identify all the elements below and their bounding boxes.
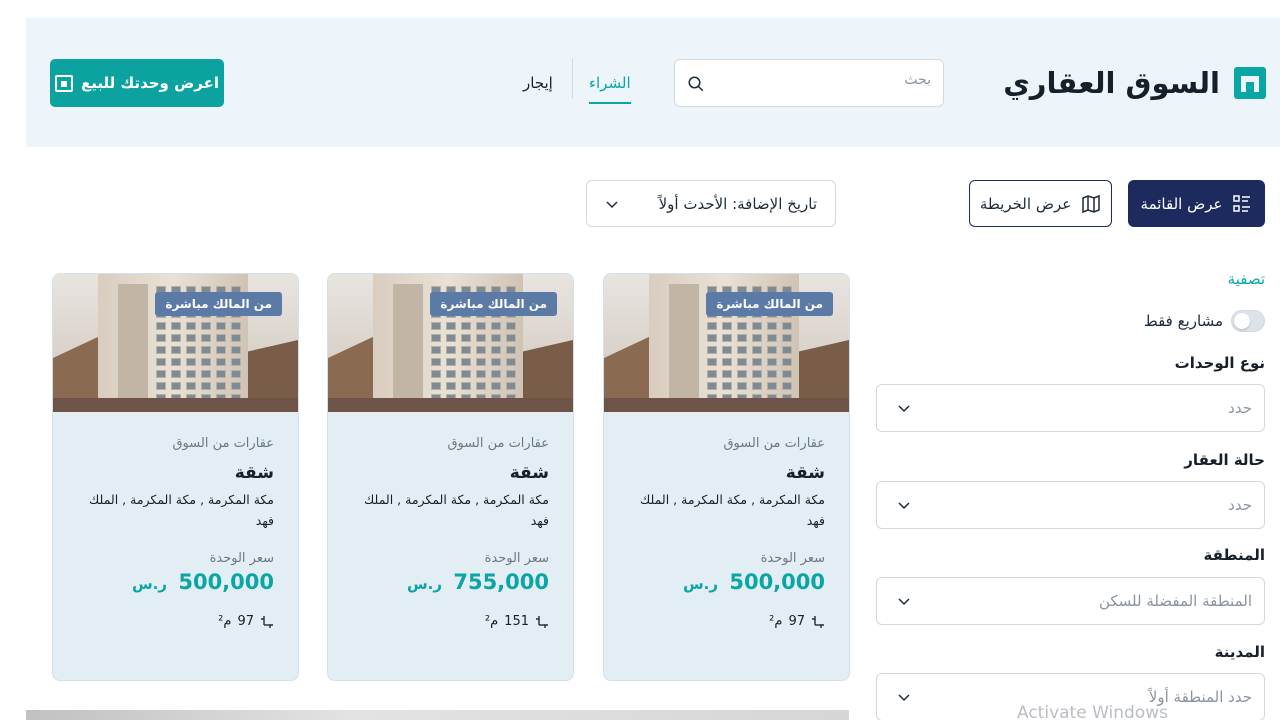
listing-type: شقة — [509, 463, 549, 483]
search-input[interactable] — [721, 72, 931, 88]
unit-type-label: نوع الوحدات — [1174, 354, 1265, 372]
sell-unit-label: اعرض وحدتك للبيع — [81, 74, 219, 92]
chevron-down-icon — [606, 200, 618, 208]
area-unit: م² — [218, 614, 232, 629]
chevron-down-icon — [898, 502, 910, 510]
listing-card[interactable]: من المالك مباشرة عقارات من السوق شقة مكة… — [603, 273, 850, 681]
projects-only-toggle-row[interactable]: مشاريع فقط — [1144, 310, 1265, 332]
projects-only-toggle[interactable] — [1231, 310, 1265, 332]
sell-unit-button[interactable]: اعرض وحدتك للبيع — [50, 59, 224, 107]
currency: ر.س — [682, 575, 719, 593]
property-status-placeholder: حدد — [1228, 496, 1252, 514]
area-unit: م² — [484, 614, 499, 629]
price-value: 755,000 — [453, 570, 549, 594]
listing-photo[interactable]: من المالك مباشرة — [604, 274, 849, 412]
property-status-label: حالة العقار — [1184, 451, 1265, 469]
site-header: السوق العقاري الشراء إيجار اعرض وحدتك لل… — [26, 18, 1280, 147]
listing-location: مكة المكرمة , مكة المكرمة , الملك فهد — [364, 492, 549, 528]
logo[interactable]: السوق العقاري — [1003, 66, 1266, 100]
listing-source: عقارات من السوق — [447, 436, 549, 451]
next-row-image-preview — [26, 710, 849, 720]
listing-card[interactable]: من المالك مباشرة عقارات من السوق شقة مكة… — [52, 273, 299, 681]
listing-location: مكة المكرمة , مكة المكرمة , الملك فهد — [640, 492, 825, 528]
chevron-down-icon — [898, 405, 910, 413]
price-label: سعر الوحدة — [209, 551, 274, 566]
projects-only-label: مشاريع فقط — [1143, 312, 1223, 330]
listing-area: 151 م² — [352, 614, 549, 629]
sort-select[interactable]: تاريخ الإضافة: الأحدث أولاً — [586, 180, 836, 227]
unit-type-placeholder: حدد — [1228, 399, 1252, 417]
listing-location: مكة المكرمة , مكة المكرمة , الملك فهد — [89, 492, 274, 528]
chevron-down-icon — [898, 598, 910, 606]
unit-type-select[interactable]: حدد — [876, 384, 1265, 432]
filter-title: تصفية — [1227, 270, 1265, 288]
listing-photo[interactable]: من المالك مباشرة — [53, 274, 298, 412]
region-placeholder: المنطقة المفضلة للسكن — [1098, 592, 1252, 610]
map-view-label: عرض الخريطة — [979, 194, 1072, 213]
listing-price: 755,000 ر.س — [352, 570, 549, 594]
search-icon[interactable] — [687, 75, 705, 93]
price-value: 500,000 — [178, 570, 274, 594]
price-label: سعر الوحدة — [484, 551, 549, 566]
list-view-label: عرض القائمة — [1140, 194, 1223, 213]
currency: ر.س — [406, 575, 443, 593]
owner-direct-badge: من المالك مباشرة — [155, 292, 282, 316]
price-value: 500,000 — [729, 570, 825, 594]
list-icon — [1233, 194, 1251, 212]
listing-area: 97 م² — [628, 614, 825, 629]
area-icon — [261, 615, 273, 628]
listing-source: عقارات من السوق — [723, 436, 825, 451]
listing-type: شقة — [785, 463, 825, 483]
home-logo-icon — [1234, 67, 1266, 99]
property-status-select[interactable]: حدد — [876, 481, 1265, 529]
area-unit: م² — [769, 614, 783, 629]
map-icon — [1082, 194, 1100, 213]
owner-direct-badge: من المالك مباشرة — [706, 292, 833, 316]
area-icon — [536, 615, 548, 628]
area-value: 97 — [237, 614, 254, 629]
map-view-button[interactable]: عرض الخريطة — [969, 180, 1112, 227]
region-select[interactable]: المنطقة المفضلة للسكن — [876, 577, 1265, 625]
listing-photo[interactable]: من المالك مباشرة — [328, 274, 573, 412]
owner-direct-badge: من المالك مباشرة — [430, 292, 557, 316]
list-view-button[interactable]: عرض القائمة — [1128, 180, 1265, 227]
listing-price: 500,000 ر.س — [77, 570, 274, 594]
store-icon — [55, 74, 73, 92]
area-value: 97 — [788, 614, 805, 629]
site-title: السوق العقاري — [1003, 66, 1220, 100]
tab-rent[interactable]: إيجار — [523, 74, 553, 92]
region-label: المنطقة — [1203, 546, 1265, 564]
listing-area: 97 م² — [77, 614, 274, 629]
chevron-down-icon — [898, 694, 910, 702]
activate-windows-watermark: Activate Windows — [1017, 703, 1168, 720]
listing-type: شقة — [234, 463, 274, 483]
city-label: المدينة — [1214, 643, 1265, 661]
price-label: سعر الوحدة — [760, 551, 825, 566]
currency: ر.س — [131, 575, 168, 593]
search-box[interactable] — [674, 59, 944, 107]
listing-source: عقارات من السوق — [172, 436, 274, 451]
area-value: 151 — [504, 614, 529, 629]
listing-card[interactable]: من المالك مباشرة عقارات من السوق شقة مكة… — [327, 273, 574, 681]
tab-buy[interactable]: الشراء — [589, 74, 631, 104]
sort-value: تاريخ الإضافة: الأحدث أولاً — [658, 194, 817, 213]
area-icon — [812, 615, 824, 628]
listing-price: 500,000 ر.س — [628, 570, 825, 594]
tab-divider — [572, 59, 573, 99]
